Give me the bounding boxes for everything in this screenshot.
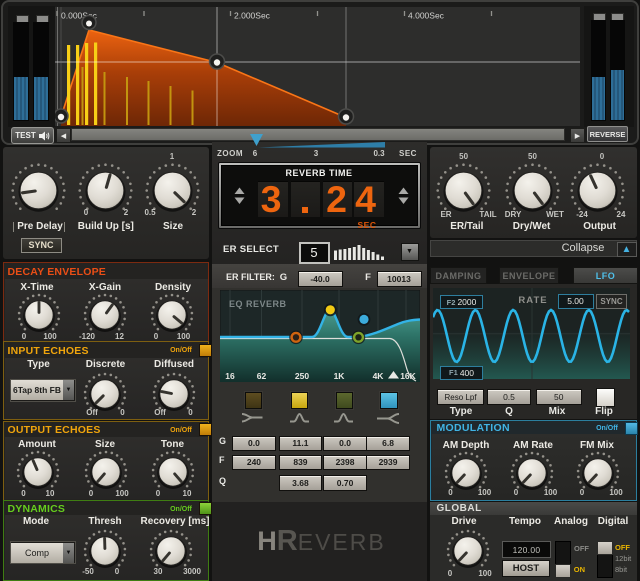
svg-text:4.000Sec: 4.000Sec — [408, 11, 445, 21]
svg-text:250: 250 — [295, 371, 309, 381]
svg-text:EQ REVERB: EQ REVERB — [229, 299, 287, 309]
svg-text:16: 16 — [225, 371, 235, 381]
svg-text:4K: 4K — [373, 371, 385, 381]
svg-text:2.000Sec: 2.000Sec — [234, 11, 271, 21]
svg-text:62: 62 — [257, 371, 267, 381]
svg-text:16K: 16K — [400, 371, 416, 381]
svg-text:1K: 1K — [334, 371, 346, 381]
